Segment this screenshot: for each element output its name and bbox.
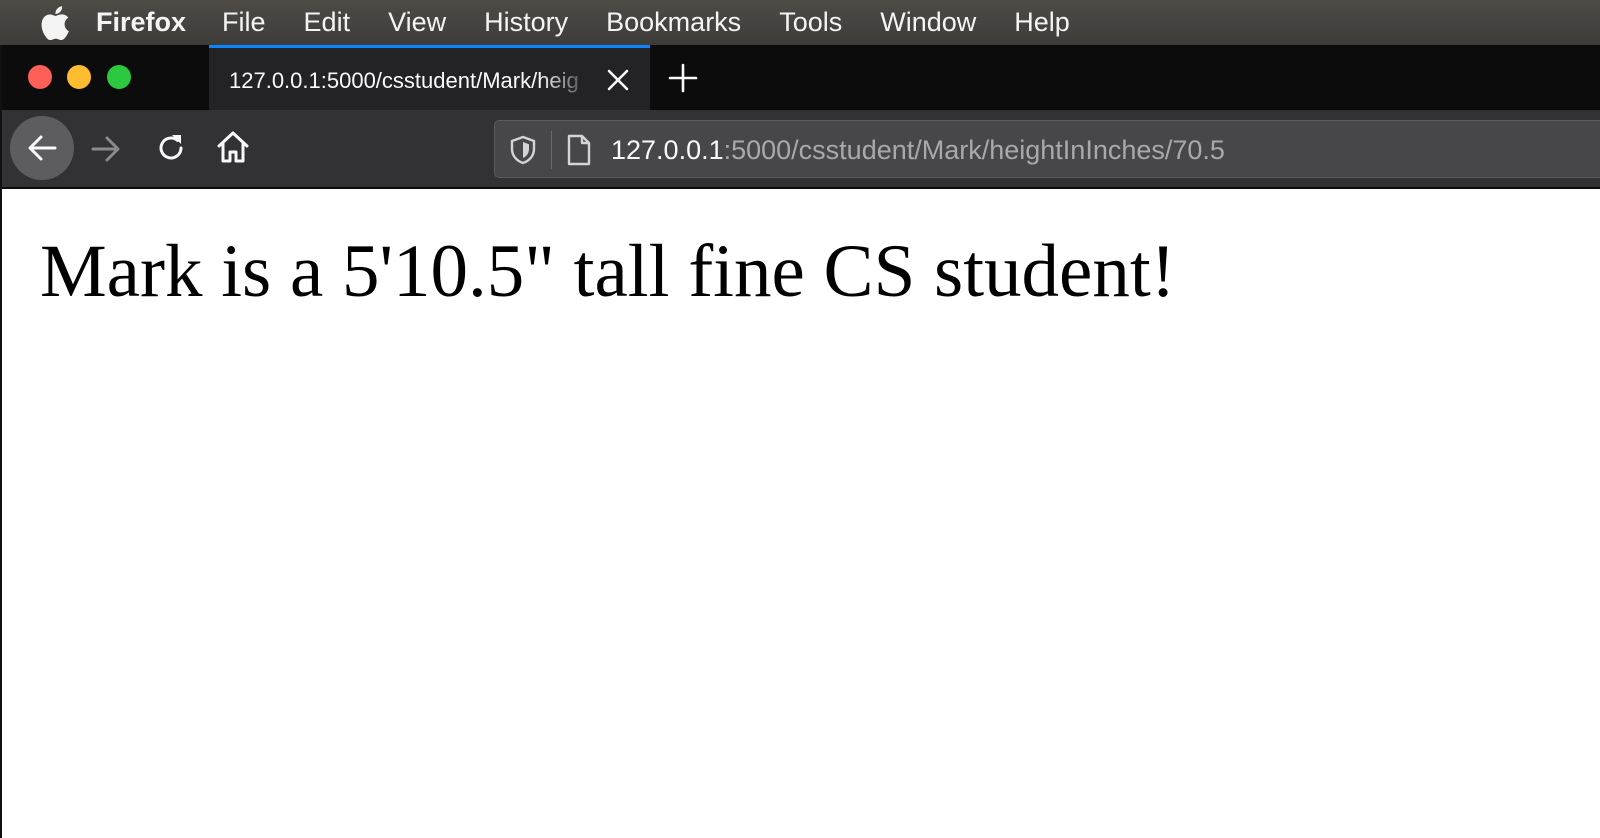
menu-history[interactable]: History bbox=[484, 7, 568, 38]
menu-bookmarks[interactable]: Bookmarks bbox=[606, 7, 741, 38]
shield-icon[interactable] bbox=[509, 135, 537, 165]
address-bar-divider bbox=[551, 131, 552, 169]
plus-icon[interactable] bbox=[668, 63, 698, 93]
macos-menu-bar: Firefox File Edit View History Bookmarks… bbox=[0, 0, 1600, 45]
menu-tools[interactable]: Tools bbox=[779, 7, 842, 38]
menu-window[interactable]: Window bbox=[880, 7, 976, 38]
navigation-toolbar: 127.0.0.1:5000/csstudent/Mark/heightInIn… bbox=[2, 110, 1600, 189]
home-icon[interactable] bbox=[214, 128, 252, 166]
menu-view[interactable]: View bbox=[388, 7, 446, 38]
window-minimize-button[interactable] bbox=[67, 65, 91, 89]
url-field[interactable]: 127.0.0.1:5000/csstudent/Mark/heightInIn… bbox=[611, 133, 1225, 167]
close-icon[interactable] bbox=[605, 67, 631, 93]
tab-active[interactable]: 127.0.0.1:5000/csstudent/Mark/heig bbox=[209, 45, 650, 110]
arrow-right-icon[interactable] bbox=[88, 131, 124, 167]
page-content: Mark is a 5'10.5" tall fine CS student! bbox=[2, 189, 1600, 838]
tab-title: 127.0.0.1:5000/csstudent/Mark/heig bbox=[229, 68, 579, 93]
back-button[interactable] bbox=[10, 116, 74, 180]
url-host: 127.0.0.1 bbox=[611, 135, 724, 165]
page-heading: Mark is a 5'10.5" tall fine CS student! bbox=[40, 230, 1176, 313]
arrow-left-icon bbox=[28, 135, 57, 161]
window-close-button[interactable] bbox=[28, 65, 52, 89]
reload-icon[interactable] bbox=[153, 130, 189, 166]
browser-window: 127.0.0.1:5000/csstudent/Mark/heig 127.0… bbox=[0, 45, 1600, 838]
menu-edit[interactable]: Edit bbox=[304, 7, 351, 38]
menu-file[interactable]: File bbox=[222, 7, 266, 38]
window-zoom-button[interactable] bbox=[107, 65, 131, 89]
tab-strip: 127.0.0.1:5000/csstudent/Mark/heig bbox=[2, 45, 1600, 110]
address-bar[interactable]: 127.0.0.1:5000/csstudent/Mark/heightInIn… bbox=[494, 120, 1600, 178]
page-icon[interactable] bbox=[565, 133, 593, 167]
menu-help[interactable]: Help bbox=[1014, 7, 1070, 38]
url-path: :5000/csstudent/Mark/heightInInches/70.5 bbox=[723, 135, 1225, 165]
menu-app-firefox[interactable]: Firefox bbox=[96, 7, 186, 38]
apple-logo-icon[interactable] bbox=[40, 5, 70, 40]
